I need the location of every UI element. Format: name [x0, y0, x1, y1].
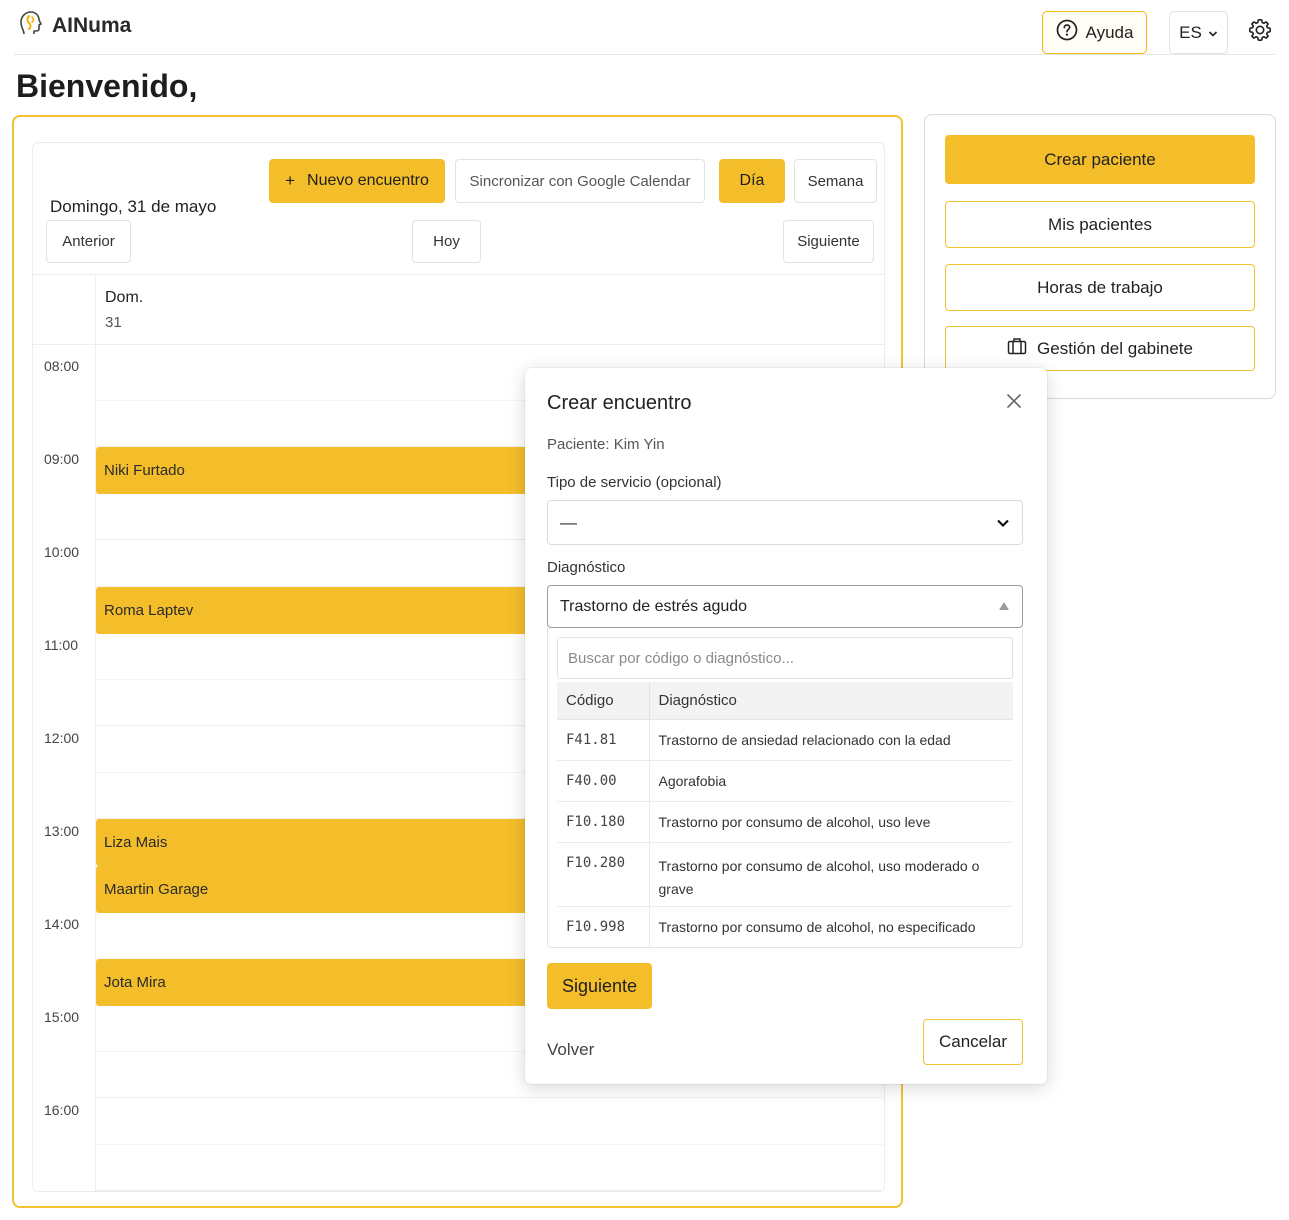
diagnosis-code: F10.180: [557, 801, 650, 843]
calendar-event[interactable]: Roma Laptev: [96, 587, 536, 634]
diagnosis-search-input[interactable]: [557, 637, 1013, 679]
calendar-event[interactable]: Liza Mais: [96, 819, 536, 866]
diagnosis-name: Trastorno por consumo de alcohol, uso le…: [649, 801, 1013, 843]
table-row[interactable]: F41.81 Trastorno de ansiedad relacionado …: [557, 719, 1013, 761]
table-row[interactable]: F10.180 Trastorno por consumo de alcohol,…: [557, 801, 1013, 843]
work-hours-button[interactable]: Horas de trabajo: [945, 264, 1255, 311]
language-select[interactable]: ES: [1169, 11, 1228, 54]
today-button[interactable]: Hoy: [412, 220, 481, 263]
day-column-number: 31: [105, 314, 122, 331]
calendar-event[interactable]: Jota Mira: [96, 959, 536, 1006]
next-button[interactable]: Siguiente: [547, 963, 652, 1009]
hour-label: 15:00: [44, 1009, 80, 1025]
column-header-diagnosis: Diagnóstico: [649, 682, 1013, 720]
grid-divider: [33, 344, 884, 345]
time-column-divider: [95, 274, 96, 1191]
previous-day-button[interactable]: Anterior: [46, 220, 131, 263]
google-calendar-sync-button[interactable]: Sincronizar con Google Calendar: [455, 159, 705, 203]
diagnosis-name: Trastorno de ansiedad relacionado con la…: [649, 719, 1013, 761]
table-header-row: Código Diagnóstico: [557, 682, 1013, 720]
diagnosis-name: Trastorno por consumo de alcohol, no esp…: [649, 906, 1013, 947]
office-management-button[interactable]: Gestión del gabinete: [945, 326, 1255, 371]
help-button[interactable]: Ayuda: [1042, 11, 1147, 54]
chevron-down-icon: [1208, 23, 1218, 43]
diagnosis-code: F10.998: [557, 906, 650, 947]
hour-label: 14:00: [44, 916, 80, 932]
question-circle-icon: [1056, 19, 1078, 46]
cancel-button[interactable]: Cancelar: [923, 1019, 1023, 1065]
close-button[interactable]: [1003, 390, 1025, 412]
next-day-button[interactable]: Siguiente: [783, 220, 874, 263]
view-week-button[interactable]: Semana: [794, 159, 877, 203]
diagnosis-code: F41.81: [557, 719, 650, 761]
header-divider: [14, 54, 1275, 55]
hour-line: [95, 1190, 884, 1191]
hour-label: 08:00: [44, 358, 80, 374]
calendar-date-title: Domingo, 31 de mayo: [50, 197, 217, 216]
hour-label: 13:00: [44, 823, 80, 839]
service-type-label: Tipo de servicio (opcional): [547, 474, 722, 491]
calendar-event[interactable]: Niki Furtado: [96, 447, 536, 494]
logo[interactable]: AINuma: [18, 10, 131, 41]
help-label: Ayuda: [1085, 22, 1134, 42]
new-encounter-button[interactable]: + Nuevo encuentro: [269, 159, 445, 203]
hour-line: [95, 1097, 884, 1098]
diagnosis-name: Trastorno por consumo de alcohol, uso mo…: [649, 842, 1013, 907]
page-title: Bienvenido,: [16, 68, 198, 104]
service-type-select[interactable]: —: [547, 500, 1023, 545]
grid-divider: [33, 274, 884, 275]
briefcase-icon: [1007, 337, 1027, 360]
hour-label: 09:00: [44, 451, 80, 467]
hour-label: 16:00: [44, 1102, 80, 1118]
plus-icon: +: [285, 171, 296, 190]
dialog-title: Crear encuentro: [547, 392, 692, 414]
close-icon: [1003, 394, 1025, 416]
quick-actions-panel: Crear paciente Mis pacientes Horas de tr…: [924, 114, 1276, 399]
half-hour-line: [95, 1144, 884, 1145]
diagnosis-value: Trastorno de estrés agudo: [560, 597, 748, 615]
hour-label: 10:00: [44, 544, 80, 560]
create-patient-button[interactable]: Crear paciente: [945, 135, 1255, 184]
app-name: AINuma: [52, 13, 132, 37]
diagnosis-code: F10.280: [557, 842, 650, 907]
top-bar: AINuma Ayuda ES: [0, 0, 1289, 56]
table-row[interactable]: F10.280 Trastorno por consumo de alcohol,…: [557, 842, 1013, 907]
hour-label: 12:00: [44, 730, 80, 746]
settings-button[interactable]: [1245, 17, 1275, 47]
table-row[interactable]: F40.00 Agorafobia: [557, 760, 1013, 802]
day-column-name: Dom.: [105, 289, 144, 306]
patient-name: Paciente: Kim Yin: [547, 436, 665, 453]
head-logo-icon: [18, 10, 42, 41]
diagnosis-label: Diagnóstico: [547, 559, 626, 576]
diagnosis-table: Código Diagnóstico F41.81 Trastorno de an…: [557, 682, 1013, 947]
table-row[interactable]: F10.998 Trastorno por consumo de alcohol,…: [557, 906, 1013, 947]
diagnosis-rows: F41.81 Trastorno de ansiedad relacionado …: [557, 719, 1013, 947]
language-label: ES: [1179, 22, 1202, 42]
create-encounter-dialog: Crear encuentro Paciente: Kim Yin Tipo d…: [525, 368, 1047, 1084]
chevron-down-icon: [996, 513, 1010, 533]
column-header-code: Código: [557, 682, 650, 720]
service-type-value: —: [560, 512, 577, 532]
diagnosis-select[interactable]: Trastorno de estrés agudo: [547, 585, 1023, 628]
diagnosis-code: F40.00: [557, 760, 650, 802]
diagnosis-name: Agorafobia: [649, 760, 1013, 802]
triangle-up-icon: [998, 598, 1010, 616]
new-encounter-label: Nuevo encuentro: [307, 172, 429, 189]
diagnosis-dropdown: Código Diagnóstico F41.81Trastorno de an…: [547, 628, 1023, 948]
office-management-label: Gestión del gabinete: [1037, 338, 1193, 358]
calendar-event[interactable]: Maartin Garage: [96, 866, 536, 913]
back-link[interactable]: Volver: [547, 1040, 594, 1060]
my-patients-button[interactable]: Mis pacientes: [945, 201, 1255, 248]
gear-icon: [1247, 17, 1273, 48]
view-day-button[interactable]: Día: [719, 159, 785, 203]
hour-label: 11:00: [44, 637, 78, 653]
